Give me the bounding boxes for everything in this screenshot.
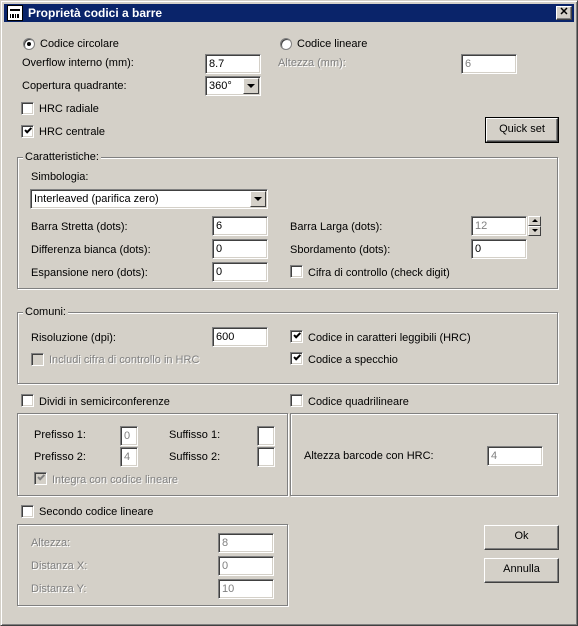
- quadrilineare-checkbox[interactable]: [290, 394, 303, 407]
- secondo-altezza-input[interactable]: 8: [218, 533, 274, 553]
- integra-checkbox[interactable]: [34, 472, 47, 485]
- barra-stretta-label: Barra Stretta (dots):: [31, 221, 128, 233]
- prefisso2-label: Prefisso 2:: [34, 451, 86, 463]
- barra-stretta-input[interactable]: 6: [212, 216, 268, 236]
- copertura-value: 360°: [209, 80, 232, 92]
- sbordamento-input[interactable]: 0: [471, 239, 527, 259]
- simbologia-select[interactable]: Interleaved (parifica zero): [30, 189, 268, 209]
- codice-specchio-label[interactable]: Codice a specchio: [308, 354, 398, 367]
- barcode-properties-dialog: Proprietà codici a barre ✕ Codice circol…: [0, 0, 578, 626]
- integra-label[interactable]: Integra con codice lineare: [52, 474, 178, 487]
- dividi-checkbox[interactable]: [21, 394, 34, 407]
- barcode-app-icon: [7, 5, 23, 21]
- overflow-input[interactable]: 8.7: [205, 54, 261, 74]
- distanza-y-label: Distanza Y:: [31, 583, 87, 595]
- hrc-centrale-checkbox[interactable]: [21, 125, 34, 138]
- differenza-input[interactable]: 0: [212, 239, 268, 259]
- spin-up-icon[interactable]: [528, 216, 541, 226]
- hrc-radiale-checkbox[interactable]: [21, 102, 34, 115]
- codice-circolare-radio[interactable]: [23, 38, 35, 50]
- risoluzione-label: Risoluzione (dpi):: [31, 332, 116, 344]
- hrc-centrale-label[interactable]: HRC centrale: [39, 126, 105, 139]
- ok-button[interactable]: Ok: [484, 525, 559, 550]
- cifra-controllo-label[interactable]: Cifra di controllo (check digit): [308, 267, 450, 280]
- codice-lineare-label[interactable]: Codice lineare: [297, 38, 367, 51]
- copertura-select[interactable]: 360°: [205, 76, 261, 96]
- quick-set-button[interactable]: Quick set: [485, 117, 559, 143]
- hrc-radiale-label[interactable]: HRC radiale: [39, 103, 99, 116]
- suffisso2-input[interactable]: [257, 447, 275, 467]
- codice-specchio-checkbox[interactable]: [290, 352, 303, 365]
- chevron-down-icon[interactable]: [243, 78, 259, 94]
- simbologia-value: Interleaved (parifica zero): [34, 193, 159, 205]
- espansione-label: Espansione nero (dots):: [31, 267, 148, 279]
- differenza-label: Differenza bianca (dots):: [31, 244, 151, 256]
- chevron-down-icon[interactable]: [250, 191, 266, 207]
- title-bar: Proprietà codici a barre ✕: [4, 4, 574, 22]
- prefisso1-label: Prefisso 1:: [34, 429, 86, 441]
- codice-circolare-label[interactable]: Codice circolare: [40, 38, 119, 51]
- suffisso1-label: Suffisso 1:: [169, 429, 221, 441]
- codice-hrc-label[interactable]: Codice in caratteri leggibili (HRC): [308, 332, 471, 345]
- checkmark-icon: [293, 330, 302, 339]
- window-title: Proprietà codici a barre: [28, 6, 163, 20]
- codice-lineare-radio[interactable]: [280, 38, 292, 50]
- secondo-codice-label[interactable]: Secondo codice lineare: [39, 506, 153, 519]
- includi-cifra-checkbox[interactable]: [31, 353, 44, 366]
- sbordamento-label: Sbordamento (dots):: [290, 244, 391, 256]
- checkmark-icon: [37, 472, 46, 481]
- comuni-group: [17, 312, 558, 384]
- altezza-mm-label: Altezza (mm):: [278, 57, 346, 69]
- secondo-altezza-label: Altezza:: [31, 537, 71, 549]
- espansione-input[interactable]: 0: [212, 262, 268, 282]
- suffisso1-input[interactable]: [257, 426, 275, 446]
- close-button[interactable]: ✕: [556, 6, 572, 20]
- altezza-hrc-input[interactable]: 4: [487, 446, 543, 466]
- comuni-title: Comuni:: [23, 306, 68, 319]
- altezza-hrc-label: Altezza barcode con HRC:: [304, 450, 434, 462]
- checkmark-icon: [24, 125, 33, 134]
- barra-larga-label: Barra Larga (dots):: [290, 221, 383, 233]
- prefisso2-input[interactable]: 4: [120, 447, 138, 467]
- altezza-mm-input[interactable]: 6: [461, 54, 517, 74]
- codice-hrc-checkbox[interactable]: [290, 330, 303, 343]
- distanza-x-label: Distanza X:: [31, 560, 88, 572]
- checkmark-icon: [293, 352, 302, 361]
- spin-down-icon[interactable]: [528, 226, 541, 236]
- includi-cifra-label[interactable]: Includi cifra di controllo in HRC: [49, 354, 199, 367]
- secondo-codice-checkbox[interactable]: [21, 505, 34, 518]
- distanza-x-input[interactable]: 0: [218, 556, 274, 576]
- annulla-button[interactable]: Annulla: [484, 558, 559, 583]
- quadrilineare-label[interactable]: Codice quadrilineare: [308, 396, 409, 409]
- cifra-controllo-checkbox[interactable]: [290, 265, 303, 278]
- suffisso2-label: Suffisso 2:: [169, 451, 221, 463]
- distanza-y-input[interactable]: 10: [218, 579, 274, 599]
- caratteristiche-title: Caratteristiche:: [23, 151, 101, 164]
- prefisso1-input[interactable]: 0: [120, 426, 138, 446]
- barra-larga-spinner[interactable]: [528, 216, 541, 236]
- barra-larga-input[interactable]: 12: [471, 216, 527, 236]
- copertura-label: Copertura quadrante:: [22, 80, 127, 92]
- risoluzione-input[interactable]: 600: [212, 327, 268, 347]
- overflow-label: Overflow interno (mm):: [22, 57, 134, 69]
- dividi-label[interactable]: Dividi in semicirconferenze: [39, 396, 170, 409]
- simbologia-label: Simbologia:: [31, 171, 89, 183]
